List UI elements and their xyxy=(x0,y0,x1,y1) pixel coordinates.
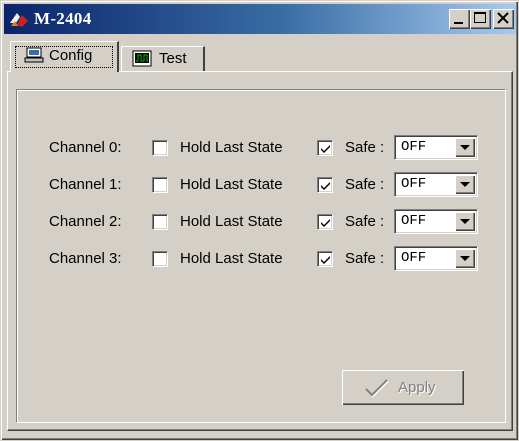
window-title: M-2404 xyxy=(34,9,92,28)
checkmark-icon xyxy=(321,219,330,227)
safe-label: Safe : xyxy=(345,250,385,267)
chevron-down-icon xyxy=(460,256,470,261)
dropdown-button[interactable] xyxy=(455,212,475,231)
dropdown-button[interactable] xyxy=(455,138,475,157)
safe-value: OFF xyxy=(401,213,427,229)
network-config-icon xyxy=(24,47,44,63)
safe-checkbox-0[interactable] xyxy=(317,140,333,156)
checkmark-icon xyxy=(321,145,330,153)
hold-last-state-checkbox-2[interactable] xyxy=(152,214,168,230)
hold-last-state-label: Hold Last State xyxy=(180,213,283,230)
safe-value-select-3[interactable]: OFF xyxy=(394,246,478,271)
dropdown-button[interactable] xyxy=(455,175,475,194)
channel-row-2: Channel 2: Hold Last State Safe : OFF xyxy=(1,208,519,238)
channel-row-0: Channel 0: Hold Last State Safe : OFF xyxy=(1,134,519,164)
checkmark-icon xyxy=(365,379,389,398)
maximize-icon xyxy=(474,12,486,23)
tab-config-label: Config xyxy=(49,47,93,64)
channel-label: Channel 2: xyxy=(49,213,122,230)
channel-label: Channel 3: xyxy=(49,250,122,267)
safe-label: Safe : xyxy=(345,176,385,193)
title-bar[interactable]: M-2404 xyxy=(4,4,516,34)
channel-label: Channel 0: xyxy=(49,139,122,156)
dropdown-button[interactable] xyxy=(455,249,475,268)
tab-config[interactable]: Config xyxy=(10,41,119,72)
channel-row-3: Channel 3: Hold Last State Safe : OFF xyxy=(1,245,519,275)
safe-checkbox-3[interactable] xyxy=(317,251,333,267)
hold-last-state-checkbox-3[interactable] xyxy=(152,251,168,267)
safe-checkbox-1[interactable] xyxy=(317,177,333,193)
close-icon xyxy=(497,12,509,24)
hold-last-state-label: Hold Last State xyxy=(180,176,283,193)
safe-value-select-1[interactable]: OFF xyxy=(394,172,478,197)
tab-test[interactable]: Test xyxy=(121,46,205,71)
checkmark-icon xyxy=(321,182,330,190)
hold-last-state-label: Hold Last State xyxy=(180,139,283,156)
safe-value-select-2[interactable]: OFF xyxy=(394,209,478,234)
apply-button[interactable]: Apply xyxy=(342,370,464,405)
hold-last-state-checkbox-1[interactable] xyxy=(152,177,168,193)
safe-label: Safe : xyxy=(345,139,385,156)
hold-last-state-checkbox-0[interactable] xyxy=(152,140,168,156)
close-button[interactable] xyxy=(493,9,514,29)
waveform-icon xyxy=(132,50,152,67)
hold-last-state-label: Hold Last State xyxy=(180,250,283,267)
maximize-button[interactable] xyxy=(470,9,491,29)
safe-value: OFF xyxy=(401,139,427,155)
minimize-button[interactable] xyxy=(449,9,470,29)
chevron-down-icon xyxy=(460,182,470,187)
apply-label: Apply xyxy=(398,379,436,396)
safe-value: OFF xyxy=(401,250,427,266)
safe-label: Safe : xyxy=(345,213,385,230)
channel-row-1: Channel 1: Hold Last State Safe : OFF xyxy=(1,171,519,201)
tab-test-label: Test xyxy=(159,50,187,67)
safe-value: OFF xyxy=(401,176,427,192)
checkmark-icon xyxy=(321,256,330,264)
minimize-icon xyxy=(454,22,463,24)
app-window: M-2404 Config Test Channel 0: Hold Last … xyxy=(0,0,519,441)
chevron-down-icon xyxy=(460,145,470,150)
chevron-down-icon xyxy=(460,219,470,224)
channel-label: Channel 1: xyxy=(49,176,122,193)
safe-checkbox-2[interactable] xyxy=(317,214,333,230)
app-logo-icon xyxy=(10,13,28,27)
safe-value-select-0[interactable]: OFF xyxy=(394,135,478,160)
